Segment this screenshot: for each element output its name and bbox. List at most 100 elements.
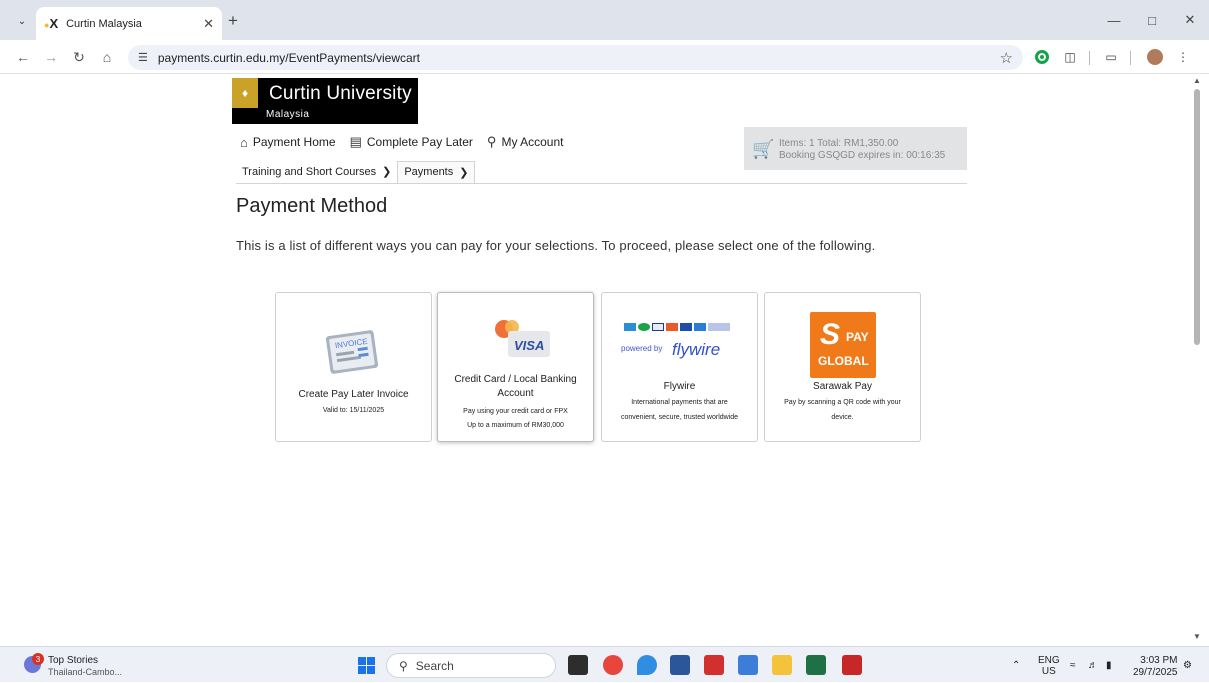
cart-summary[interactable]: 🛒 Items: 1 Total: RM1,350.00 Booking GSQ… xyxy=(744,127,967,170)
bank-logo-icon xyxy=(708,323,730,331)
news-subtitle[interactable]: Thailand-Cambo... xyxy=(48,667,122,677)
cast-icon[interactable]: ▭ xyxy=(1102,48,1120,66)
search-label: Search xyxy=(415,658,454,673)
chevron-right-icon: ❯ xyxy=(459,166,469,179)
shopping-cart-icon: 🛒 xyxy=(752,139,775,159)
page-scrollbar[interactable]: ▲ ▼ xyxy=(1190,74,1209,645)
home-button-icon[interactable]: ⌂ xyxy=(96,47,118,67)
forward-arrow-icon[interactable]: → xyxy=(40,47,62,67)
breadcrumb: Training and Short Courses ❯ Payments ❯ xyxy=(236,160,476,183)
option-title: Create Pay Later Invoice xyxy=(298,389,409,400)
new-tab-icon[interactable]: + xyxy=(228,11,238,31)
bank-transfer-icon xyxy=(624,323,636,331)
powered-by-text: powered by xyxy=(621,344,663,353)
maximize-icon[interactable]: □ xyxy=(1133,0,1171,40)
bookmark-star-icon[interactable]: ☆ xyxy=(1000,49,1013,67)
home-icon: ⌂ xyxy=(240,134,248,150)
nav-label: Complete Pay Later xyxy=(366,135,473,149)
minimize-icon[interactable]: — xyxy=(1095,0,1133,40)
file-explorer-icon[interactable] xyxy=(772,655,792,675)
windows-start-icon[interactable] xyxy=(358,657,375,674)
scroll-up-icon[interactable]: ▲ xyxy=(1193,76,1201,85)
nav-payment-home[interactable]: ⌂ Payment Home xyxy=(240,135,336,150)
breadcrumb-label: Payments xyxy=(404,166,454,178)
chrome-icon[interactable] xyxy=(603,655,623,675)
option-title: Sarawak Pay xyxy=(813,381,872,392)
jcb-icon xyxy=(680,323,692,331)
option-detail: convenient, secure, trusted worldwide xyxy=(620,414,739,421)
tab-search-chevron-icon[interactable]: ⌄ xyxy=(12,11,32,31)
toolbar-separator xyxy=(1089,51,1090,65)
option-detail: Valid to: 15/11/2025 xyxy=(322,407,385,414)
address-bar[interactable]: ☰ payments.curtin.edu.my/EventPayments/v… xyxy=(128,45,1023,70)
chevron-right-icon: ❯ xyxy=(382,166,392,178)
site-info-icon[interactable]: ☰ xyxy=(138,51,148,64)
language-code: ENG xyxy=(1038,655,1060,666)
notification-bell-icon[interactable]: ⚙ xyxy=(1183,647,1192,683)
breadcrumb-label: Training and Short Courses xyxy=(242,165,377,178)
word-icon[interactable] xyxy=(670,655,690,675)
tab-title: Curtin Malaysia xyxy=(66,17,142,30)
excel-icon[interactable] xyxy=(806,655,826,675)
option-detail: device. xyxy=(831,414,854,421)
calculator-icon[interactable] xyxy=(738,655,758,675)
browser-menu-icon[interactable]: ⋮ xyxy=(1174,48,1192,66)
top-navigation: ⌂ Payment Home ▤ Complete Pay Later ⚲ My… xyxy=(240,134,577,150)
flywire-logo: flywire xyxy=(672,340,721,359)
payment-option-sarawak-pay[interactable]: S PAY GLOBAL Sarawak Pay Pay by scanning… xyxy=(764,292,921,442)
breadcrumb-item-active[interactable]: Payments ❯ xyxy=(397,160,476,183)
profile-avatar-icon[interactable] xyxy=(1146,48,1164,66)
option-detail: Up to a maximum of RM30,000 xyxy=(467,422,564,429)
document-icon: ▤ xyxy=(349,134,362,149)
back-arrow-icon[interactable]: ← xyxy=(12,47,34,67)
browser-tab-bar: ⌄ ●X Curtin Malaysia ✕ + — □ ✕ xyxy=(0,0,1209,40)
close-tab-icon[interactable]: ✕ xyxy=(203,16,214,32)
header-divider xyxy=(236,183,967,184)
clock-date: 29/7/2025 xyxy=(1133,667,1178,678)
edge-icon[interactable] xyxy=(637,655,657,675)
cart-total: Items: 1 Total: RM1,350.00 xyxy=(779,138,899,149)
breadcrumb-item[interactable]: Training and Short Courses ❯ xyxy=(236,161,397,183)
reload-icon[interactable]: ↻ xyxy=(68,47,90,67)
windows-taskbar: 3 Top Stories Thailand-Cambo... ⚲ Search… xyxy=(0,646,1209,682)
taskbar-clock[interactable]: 3:03 PM 29/7/2025 xyxy=(1133,655,1178,679)
nav-complete-pay-later[interactable]: ▤ Complete Pay Later xyxy=(350,134,473,150)
scroll-thumb[interactable] xyxy=(1194,89,1200,345)
news-title[interactable]: Top Stories xyxy=(48,655,98,666)
option-detail: International payments that are xyxy=(631,399,728,406)
payment-option-flywire[interactable]: powered by flywire Flywire International… xyxy=(601,292,758,442)
nav-label: Payment Home xyxy=(252,135,336,149)
acrobat-icon[interactable] xyxy=(704,655,724,675)
visa-logo: VISA xyxy=(514,338,545,353)
option-detail: Pay by scanning a QR code with your xyxy=(784,399,901,406)
payment-network-logos xyxy=(624,323,730,331)
nav-my-account[interactable]: ⚲ My Account xyxy=(487,134,564,150)
search-icon: ⚲ xyxy=(399,658,408,673)
task-view-icon[interactable] xyxy=(568,655,588,675)
browser-toolbar: ← → ↻ ⌂ ☰ payments.curtin.edu.my/EventPa… xyxy=(0,40,1209,74)
language-region: US xyxy=(1041,666,1056,677)
spay-global-logo: S PAY GLOBAL xyxy=(810,312,876,378)
wifi-icon[interactable]: ≈ xyxy=(1070,647,1076,683)
browser-tab[interactable]: ●X Curtin Malaysia ✕ xyxy=(36,7,222,40)
invoice-icon: INVOICE xyxy=(325,330,379,374)
curtin-logo[interactable]: ♦ Curtin University Malaysia xyxy=(232,78,418,124)
shield-icon: ♦ xyxy=(232,78,258,108)
mastercard-icon xyxy=(666,323,678,331)
payment-option-credit-card[interactable]: VISA Credit Card / Local Banking Account… xyxy=(437,292,594,442)
check-icon xyxy=(638,323,650,331)
close-window-icon[interactable]: ✕ xyxy=(1171,0,1209,40)
battery-icon[interactable]: ▮ xyxy=(1106,647,1112,683)
option-detail: Pay using your credit card or FPX xyxy=(463,408,568,415)
scroll-down-icon[interactable]: ▼ xyxy=(1193,632,1201,641)
volume-icon[interactable]: ♬ xyxy=(1088,647,1098,683)
toolbar-separator xyxy=(1130,51,1131,65)
language-indicator[interactable]: ENG US xyxy=(1038,655,1060,677)
payment-option-pay-later[interactable]: INVOICE Create Pay Later Invoice Valid t… xyxy=(275,292,432,442)
nav-label: My Account xyxy=(501,135,564,149)
extensions-puzzle-icon[interactable]: ◫ xyxy=(1061,48,1079,66)
mcafee-icon[interactable] xyxy=(842,655,862,675)
tray-overflow-icon[interactable]: ⌃ xyxy=(1012,647,1020,683)
grammarly-extension-icon[interactable] xyxy=(1033,48,1051,66)
taskbar-search[interactable]: ⚲ Search xyxy=(386,653,556,678)
